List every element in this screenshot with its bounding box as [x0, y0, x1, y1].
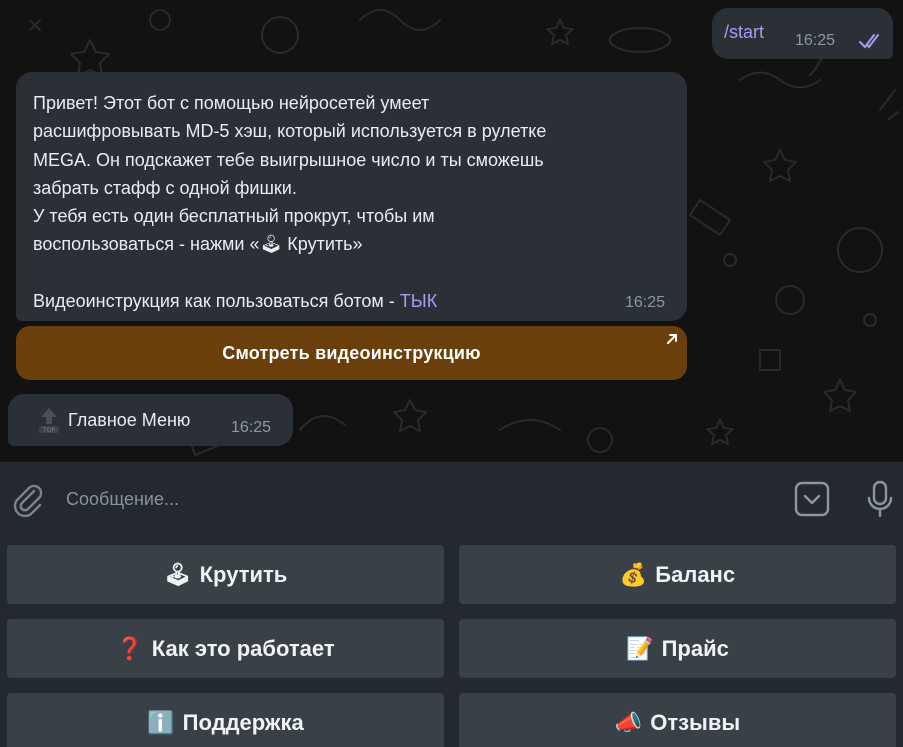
price-button[interactable]: 📝 Прайс — [459, 619, 896, 678]
message-time: 16:25 — [795, 32, 836, 49]
menu-text: Главное Меню — [68, 410, 191, 430]
money-bag-icon: 💰 — [619, 561, 648, 587]
button-label: Крутить — [199, 561, 288, 587]
how-it-works-button[interactable]: ❓ Как это работает — [7, 619, 444, 678]
support-button[interactable]: ℹ️ Поддержка — [7, 693, 444, 747]
microphone-icon[interactable] — [866, 480, 894, 518]
message-text: Привет! Этот бот с помощью нейросетей ум… — [33, 89, 663, 315]
info-icon: ℹ️ — [147, 709, 175, 735]
button-label: Поддержка — [182, 709, 304, 735]
button-label: Баланс — [655, 561, 736, 587]
reviews-button[interactable]: 📣 Отзывы — [459, 693, 896, 747]
bot-keyboard-toggle-icon[interactable] — [794, 481, 830, 517]
memo-icon: 📝 — [626, 635, 654, 661]
chat-history[interactable]: /start 16:25 Привет! Этот бот с помощью … — [0, 0, 903, 462]
telegram-chat-window: /start 16:25 Привет! Этот бот с помощью … — [0, 0, 903, 747]
message-time: 16:25 — [625, 294, 666, 311]
spin-button[interactable]: 🕹 Крутить — [7, 545, 444, 604]
external-link-arrow-icon — [667, 334, 677, 344]
top-arrow-icon: TOP — [39, 408, 59, 434]
button-label: Прайс — [661, 635, 729, 661]
joystick-icon: 🕹 — [163, 561, 192, 587]
message-input[interactable] — [64, 476, 768, 522]
video-instruction-link[interactable]: ТЫК — [400, 291, 437, 311]
outgoing-message[interactable]: /start 16:25 — [712, 8, 893, 59]
svg-text:TOP: TOP — [42, 427, 55, 434]
message-body: Привет! Этот бот с помощью нейросетей ум… — [33, 93, 547, 312]
inline-button-label: Смотреть видеоинструкцию — [222, 342, 481, 363]
paperclip-icon[interactable] — [12, 481, 44, 517]
watch-video-instruction-button[interactable]: Смотреть видеоинструкцию — [16, 326, 687, 380]
main-menu-message[interactable]: TOP Главное Меню 16:25 — [8, 394, 293, 446]
button-label: Отзывы — [650, 709, 741, 735]
bot-welcome-message[interactable]: Привет! Этот бот с помощью нейросетей ум… — [16, 72, 687, 321]
command-text: /start — [724, 22, 765, 42]
question-mark-icon: ❓ — [116, 635, 144, 661]
button-label: Как это работает — [151, 635, 335, 661]
read-double-check-icon — [859, 34, 879, 49]
balance-button[interactable]: 💰 Баланс — [459, 545, 896, 604]
message-time: 16:25 — [231, 419, 272, 436]
megaphone-icon: 📣 — [614, 709, 643, 735]
